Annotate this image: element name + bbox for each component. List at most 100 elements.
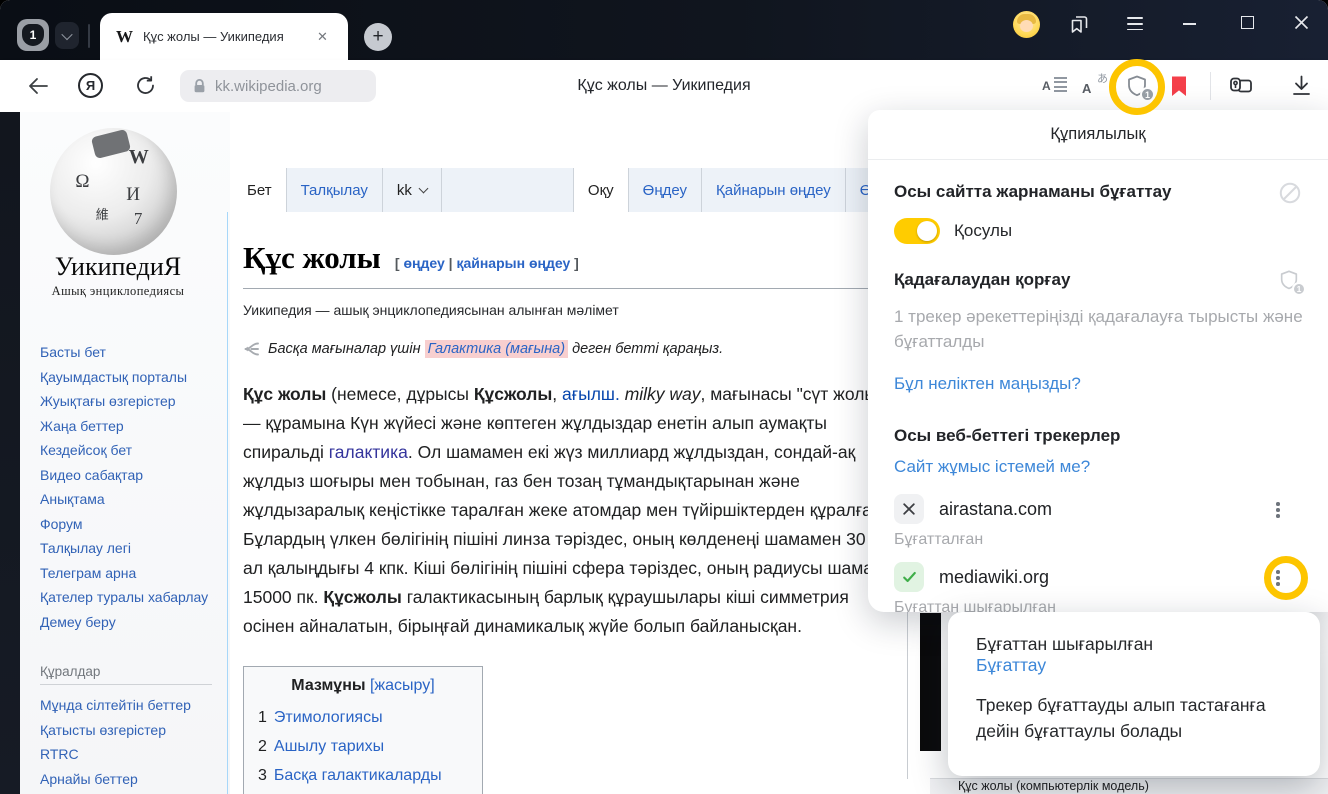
edit-link[interactable]: өңдеу xyxy=(403,255,444,271)
menu-block-action[interactable]: Бұғаттау xyxy=(976,655,1046,675)
tab-title: Құс жолы — Уикипедия xyxy=(143,29,315,44)
toc-list: 1 Этимологиясы 2Ашылу тарихы 3Басқа галак… xyxy=(258,703,468,794)
wiki-tab-label: Қайнарын өңдеу xyxy=(716,182,831,199)
wiki-tab[interactable]: kk xyxy=(383,168,442,212)
protect-shield-button[interactable]: 1 xyxy=(1125,74,1149,98)
wiki-tab-label: Талқылау xyxy=(301,182,368,199)
puzzle-piece xyxy=(91,129,131,159)
tracker-state-icon xyxy=(894,494,924,524)
sidebar-link[interactable]: Жуықтағы өзгерістер xyxy=(40,389,220,414)
globe-letter: И xyxy=(126,184,140,206)
sidebar-link[interactable]: Басты бет xyxy=(40,340,220,365)
wiki-tab[interactable]: Талқылау xyxy=(287,168,383,212)
yandex-logo-icon[interactable]: Я xyxy=(78,73,103,98)
toc-box: Мазмұны [жасыру] 1 Этимологиясы 2Ашылу та… xyxy=(243,666,483,794)
toc-item[interactable]: 2Ашылу тарихы xyxy=(258,732,468,761)
hatnote-text: Басқа мағыналар үшін Галактика (мағына) … xyxy=(268,341,723,357)
tab-bar-divider xyxy=(88,24,90,48)
menu-note: Трекер бұғаттауды алып тастағанға дейін … xyxy=(976,692,1288,744)
tab-group-count: 1 xyxy=(30,28,37,42)
wiki-tab[interactable]: Өңдеу xyxy=(629,168,702,212)
wiki-tab[interactable]: Қайнарын өңдеу xyxy=(702,168,846,212)
sidebar-nav: Басты бет Қауымдастық порталы Жуықтағы ө… xyxy=(40,340,220,634)
article-link[interactable]: ағылш. xyxy=(562,384,620,404)
content-border xyxy=(227,212,228,794)
hatnote: Басқа мағыналар үшін Галактика (мағына) … xyxy=(243,341,723,357)
hatnote-link[interactable]: Галактика (мағына) xyxy=(425,340,569,358)
site-not-working-link[interactable]: Сайт жұмыс істемей ме? xyxy=(894,457,1090,477)
separator: | xyxy=(449,255,453,271)
bookmark-icon[interactable] xyxy=(1170,75,1188,98)
tracker-status: Бұғаттан шығарылған xyxy=(894,599,1302,612)
toggle-knob xyxy=(917,221,937,241)
edit-source-link[interactable]: қайнарын өңдеу xyxy=(456,255,570,271)
tab-group-button[interactable]: 1 xyxy=(17,19,49,51)
sidebar-link[interactable]: Демеу беру xyxy=(40,610,220,635)
wiki-tab[interactable]: Бет xyxy=(233,168,287,212)
window-close-button[interactable] xyxy=(1294,15,1309,30)
browser-tab-active[interactable]: W Құс жолы — Уикипедия ✕ xyxy=(100,13,348,60)
toc-title: Мазмұны xyxy=(291,677,365,694)
globe-letter: 維 xyxy=(96,204,109,223)
side-panels-icon[interactable] xyxy=(1068,13,1090,35)
tab-close-icon[interactable]: ✕ xyxy=(317,29,328,45)
sidebar-link[interactable]: Қателер туралы хабарлау xyxy=(40,585,220,610)
toc-item[interactable]: 3Басқа галактикаларды ашу xyxy=(258,761,468,794)
sidebar-link[interactable]: Қауымдастық порталы xyxy=(40,365,220,390)
sidebar-link[interactable]: Қатысты өзгерістер xyxy=(40,718,220,743)
tab-group-chevron-button[interactable] xyxy=(55,22,79,49)
translate-kana: あ xyxy=(1097,70,1108,86)
tools-header: Құралдар xyxy=(40,664,212,685)
sidebar-link[interactable]: Телеграм арна xyxy=(40,561,220,586)
translate-latin: A xyxy=(1082,81,1091,96)
toc-link[interactable]: Этимологиясы xyxy=(274,709,383,726)
browser-tab-bar: 1 W Құс жолы — Уикипедия ✕ + xyxy=(0,0,1328,60)
sidebar-link[interactable]: Кездейсоқ бет xyxy=(40,438,220,463)
why-important-link[interactable]: Бұл неліктен маңызды? xyxy=(894,374,1081,394)
avatar-face xyxy=(1020,20,1033,32)
tracker-menu-button[interactable] xyxy=(1268,498,1288,522)
sidebar-link[interactable]: Жаңа беттер xyxy=(40,414,220,439)
menu-hamburger-icon[interactable] xyxy=(1127,17,1143,34)
reader-mode-icon[interactable]: A xyxy=(1042,77,1067,95)
back-button[interactable] xyxy=(26,75,50,97)
window-maximize-button[interactable] xyxy=(1241,16,1254,29)
refresh-button[interactable] xyxy=(134,74,157,97)
wiki-tab[interactable]: Оқу xyxy=(574,168,629,212)
new-tab-button[interactable]: + xyxy=(364,23,392,51)
address-bar[interactable]: kk.wikipedia.org xyxy=(180,70,376,102)
hatnote-prefix: Басқа мағыналар үшін xyxy=(268,341,425,357)
toc-link[interactable]: Ашылу тарихы xyxy=(274,738,384,755)
tracker-domain: airastana.com xyxy=(939,499,1052,520)
toc-item[interactable]: 1 Этимологиясы xyxy=(258,703,468,732)
site-subtitle: Уикипедия — ашық энциклопедиясынан алынғ… xyxy=(243,302,619,318)
toc-hide-link[interactable]: [жасыру] xyxy=(370,677,435,694)
toc-link[interactable]: Басқа галактикаларды ашу xyxy=(258,767,442,794)
adblock-toggle[interactable] xyxy=(894,218,940,244)
sidebar-link[interactable]: Форум xyxy=(40,512,220,537)
wiki-tab-label: Оқу xyxy=(588,182,614,199)
sidebar-link[interactable]: Мұнда сілтейтін беттер xyxy=(40,693,220,718)
profile-avatar[interactable] xyxy=(1013,11,1040,38)
tracker-state-icon xyxy=(894,562,924,592)
sidebar-link[interactable]: Видео сабақтар xyxy=(40,463,220,488)
url-text: kk.wikipedia.org xyxy=(215,78,322,95)
chevron-down-icon xyxy=(61,28,72,39)
adblock-toggle-label: Қосулы xyxy=(954,221,1012,241)
sidebar-link[interactable]: Талқылау легі xyxy=(40,536,220,561)
sidebar-link[interactable]: RTRC xyxy=(40,742,220,767)
sidebar-link[interactable]: Анықтама xyxy=(40,487,220,512)
wikipedia-logo[interactable]: W Ω И 維 7 xyxy=(50,128,177,255)
download-icon[interactable] xyxy=(1290,74,1313,97)
sidebar-tools: Құралдар Мұнда сілтейтін беттер Қатысты … xyxy=(40,664,220,791)
window-minimize-button[interactable] xyxy=(1183,23,1196,25)
tracker-menu-button[interactable] xyxy=(1268,566,1288,590)
translate-icon[interactable]: A あ xyxy=(1082,70,1108,96)
article-link[interactable]: галактика xyxy=(329,442,408,462)
toc-number: 1 xyxy=(258,709,267,726)
wiki-tab-label: Бет xyxy=(247,182,272,199)
globe-letter: Ω xyxy=(75,171,89,193)
disambiguation-icon xyxy=(243,341,260,357)
sidebar-link[interactable]: Арнайы беттер xyxy=(40,767,220,792)
passwords-icon[interactable] xyxy=(1228,74,1254,98)
